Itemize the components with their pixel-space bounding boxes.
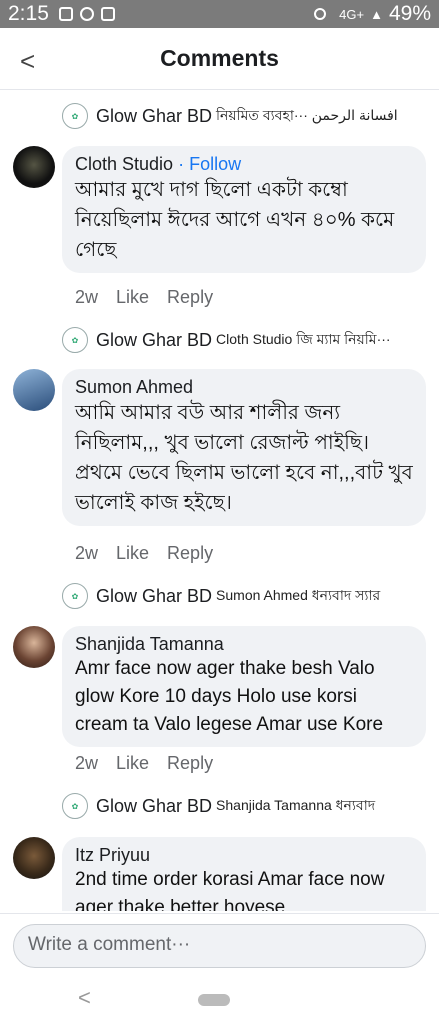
page-logo-icon: ✿ bbox=[62, 327, 88, 353]
avatar[interactable] bbox=[13, 146, 55, 188]
header: < Comments bbox=[0, 28, 439, 90]
reply-button[interactable]: Reply bbox=[167, 543, 213, 564]
page-title: Comments bbox=[160, 45, 279, 71]
signal-icon: ▲ bbox=[370, 6, 383, 22]
reply-preview: Sumon Ahmed ধন্যবাদ স্যার bbox=[216, 587, 381, 603]
comment-bubble: Cloth Studio · Follow আমার মুখে দাগ ছিলো… bbox=[62, 146, 426, 273]
reply-preview: Cloth Studio জি ম্যাম নিয়মি··· bbox=[216, 331, 391, 347]
reply-preview: নিয়মিত ব্যবহা··· افسانة الرحمن bbox=[216, 107, 398, 123]
reply-row[interactable]: ✿ Glow Ghar BD Cloth Studio জি ম্যাম নিয… bbox=[62, 327, 432, 353]
network-label: 4G+ bbox=[339, 6, 365, 22]
comment-author[interactable]: Cloth Studio bbox=[75, 154, 173, 174]
comment-text: আমি আমার বউ আর শালীর জন্য নিছিলাম,,, খুব… bbox=[75, 402, 413, 514]
comment-bubble: Sumon Ahmed আমি আমার বউ আর শালীর জন্য নি… bbox=[62, 369, 426, 526]
comment-author[interactable]: Sumon Ahmed bbox=[75, 377, 413, 398]
comment-bubble: Shanjida Tamanna Amr face now ager thake… bbox=[62, 626, 426, 747]
system-nav-bar: < bbox=[0, 975, 439, 1024]
reply-author[interactable]: Glow Ghar BD bbox=[96, 586, 212, 607]
dnd-icon bbox=[314, 8, 327, 20]
calendar-icon bbox=[100, 7, 115, 21]
reply-preview: Shanjida Tamanna ধন্যবাদ bbox=[216, 797, 376, 813]
like-button[interactable]: Like bbox=[116, 753, 149, 774]
timestamp: 2w bbox=[75, 287, 99, 307]
reply-row[interactable]: ✿ Glow Ghar BD নিয়মিত ব্যবহা··· افسانة … bbox=[62, 103, 432, 129]
comment-text: Amr face now ager thake besh Valo glow K… bbox=[75, 658, 384, 735]
gallery-icon bbox=[58, 7, 73, 21]
comment-text: আমার মুখে দাগ ছিলো একটা কম্বো নিয়েছিলাম… bbox=[75, 179, 395, 261]
status-time: 2:15 bbox=[8, 2, 49, 25]
page-logo-icon: ✿ bbox=[62, 583, 88, 609]
comment-list[interactable]: ✿ Glow Ghar BD নিয়মিত ব্যবহা··· افسانة … bbox=[0, 91, 439, 911]
comment-actions: 2w Like Reply bbox=[75, 543, 213, 564]
reply-row[interactable]: ✿ Glow Ghar BD Sumon Ahmed ধন্যবাদ স্যার bbox=[62, 583, 432, 609]
reply-button[interactable]: Reply bbox=[167, 753, 213, 774]
status-bar: 2:15 4G+ ▲ 49% bbox=[0, 0, 439, 28]
reply-row[interactable]: ✿ Glow Ghar BD Shanjida Tamanna ধন্যবাদ bbox=[62, 793, 432, 819]
battery-level: 49% bbox=[388, 2, 431, 25]
comment-actions: 2w Like Reply bbox=[75, 287, 213, 308]
reply-button[interactable]: Reply bbox=[167, 287, 213, 308]
page-logo-icon: ✿ bbox=[62, 793, 88, 819]
like-button[interactable]: Like bbox=[116, 543, 149, 564]
comment-actions: 2w Like Reply bbox=[75, 753, 213, 774]
reply-author[interactable]: Glow Ghar BD bbox=[96, 330, 212, 351]
comment-composer: Write a comment··· bbox=[0, 913, 439, 973]
avatar[interactable] bbox=[13, 369, 55, 411]
like-button[interactable]: Like bbox=[116, 287, 149, 308]
reply-author[interactable]: Glow Ghar BD bbox=[96, 106, 212, 127]
page-logo-icon: ✿ bbox=[62, 103, 88, 129]
avatar[interactable] bbox=[13, 837, 55, 879]
follow-link[interactable]: · Follow bbox=[178, 154, 241, 174]
comment-author[interactable]: Itz Priyuu bbox=[75, 845, 413, 866]
comment-bubble: Itz Priyuu 2nd time order korasi Amar fa… bbox=[62, 837, 426, 911]
comment-text: 2nd time order korasi Amar face now ager… bbox=[75, 869, 385, 911]
avatar[interactable] bbox=[13, 626, 55, 668]
nav-back-icon[interactable]: < bbox=[78, 985, 91, 1011]
timestamp: 2w bbox=[75, 543, 99, 563]
comment-author[interactable]: Shanjida Tamanna bbox=[75, 634, 413, 655]
settings-icon bbox=[79, 7, 94, 21]
reply-author[interactable]: Glow Ghar BD bbox=[96, 796, 212, 817]
chevron-left-icon[interactable]: < bbox=[20, 46, 35, 77]
home-pill-icon[interactable] bbox=[198, 994, 230, 1006]
timestamp: 2w bbox=[75, 753, 99, 773]
comment-input[interactable]: Write a comment··· bbox=[13, 924, 426, 968]
